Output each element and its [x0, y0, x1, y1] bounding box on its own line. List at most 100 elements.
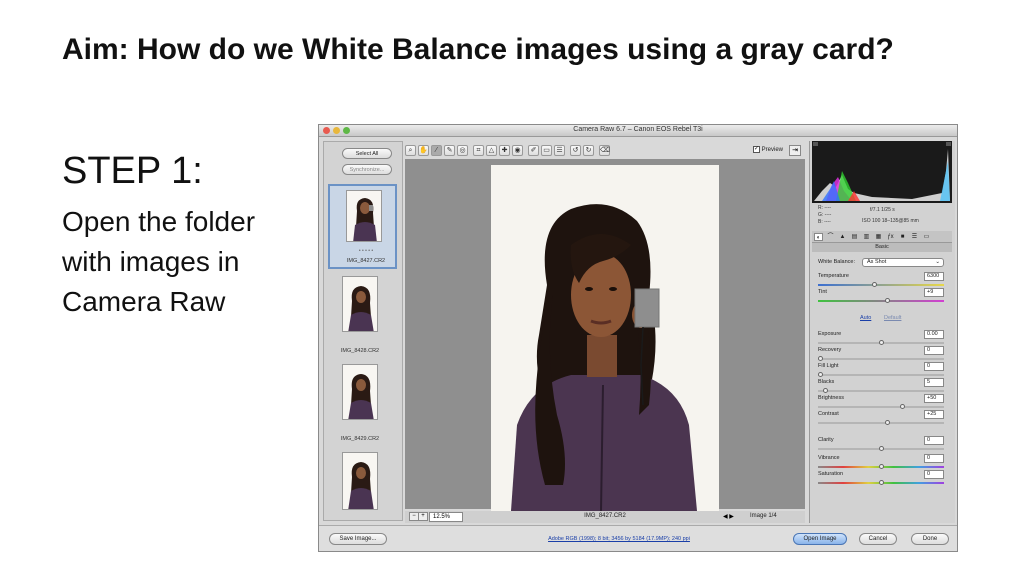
- histogram-graph: [813, 142, 951, 201]
- slider-value-field[interactable]: 5: [924, 378, 944, 387]
- open-image-button[interactable]: Open Image: [793, 533, 847, 545]
- tab-hsl[interactable]: ▤: [850, 233, 859, 241]
- slider-track[interactable]: [818, 388, 944, 393]
- slider-track[interactable]: [818, 340, 944, 345]
- filmstrip-item-label: IMG_8427.CR2: [346, 258, 386, 264]
- slider-handle[interactable]: [818, 372, 823, 377]
- cancel-button[interactable]: Cancel: [859, 533, 897, 545]
- slider-value-field[interactable]: 0: [924, 346, 944, 355]
- slider-handle[interactable]: [822, 388, 828, 393]
- slider-track[interactable]: [818, 298, 944, 303]
- graduated-filter-tool-icon[interactable]: ▭: [541, 145, 552, 156]
- tab-camera-calibration[interactable]: ■: [898, 233, 907, 241]
- targeted-adjustment-tool-icon[interactable]: ◎: [457, 145, 468, 156]
- slider-label: Contrast: [818, 411, 839, 417]
- auto-link[interactable]: Auto: [860, 315, 871, 321]
- fullscreen-icon[interactable]: ⇥: [789, 145, 801, 156]
- tab-effects[interactable]: ƒx: [886, 233, 895, 241]
- rating-stars[interactable]: • • • • •: [330, 248, 402, 254]
- hand-tool-icon[interactable]: ✋: [418, 145, 429, 156]
- slider-track[interactable]: [818, 464, 944, 469]
- tab-snapshots[interactable]: ▭: [922, 233, 931, 241]
- red-eye-tool-icon[interactable]: ◉: [512, 145, 523, 156]
- tab-detail[interactable]: ▲: [838, 233, 847, 241]
- slider-track[interactable]: [818, 480, 944, 485]
- highlight-clip-icon[interactable]: [946, 142, 951, 146]
- slider-value-field[interactable]: +50: [924, 394, 944, 403]
- window-title: Camera Raw 6.7 – Canon EOS Rebel T3i: [573, 126, 703, 133]
- adjustment-brush-tool-icon[interactable]: ✐: [528, 145, 539, 156]
- filmstrip-item-label: IMG_8429.CR2: [340, 436, 380, 442]
- slider-track[interactable]: [818, 420, 944, 425]
- preview-toggle[interactable]: ✓ Preview: [753, 146, 783, 153]
- select-all-button[interactable]: Select All: [342, 148, 392, 159]
- slider-label: Blacks: [818, 379, 835, 385]
- color-sampler-tool-icon[interactable]: ✎: [444, 145, 455, 156]
- crop-tool-icon[interactable]: ⌗: [473, 145, 484, 156]
- slider-track[interactable]: [818, 282, 944, 287]
- slider-handle[interactable]: [878, 480, 884, 485]
- white-balance-value: As Shot: [867, 259, 887, 265]
- rotate-right-icon[interactable]: ↻: [583, 145, 594, 156]
- zoom-level-select[interactable]: 12.5%: [429, 512, 463, 522]
- current-filename: IMG_8427.CR2: [584, 513, 626, 519]
- slider-handle[interactable]: [872, 282, 878, 287]
- slider-track[interactable]: [818, 446, 944, 451]
- slider-handle[interactable]: [878, 340, 884, 345]
- slider-value-field[interactable]: 6300: [924, 272, 944, 281]
- readout-r: R: ----: [818, 205, 832, 211]
- slider-track[interactable]: [818, 356, 944, 361]
- slider-handle[interactable]: [818, 356, 823, 361]
- slider-label: Fill Light: [818, 363, 839, 369]
- slider-value-field[interactable]: 0.00: [924, 330, 944, 339]
- slider-label: Saturation: [818, 471, 844, 477]
- tab-tone-curve[interactable]: ⌒: [826, 233, 835, 241]
- thumbnail-photo: [347, 191, 381, 241]
- white-balance-tool-icon[interactable]: ⁄: [431, 145, 442, 156]
- panel-tabs: ◐ ⌒ ▲ ▤ ▥ ▦ ƒx ■ ☰ ▭: [812, 231, 952, 243]
- slider-label: Temperature: [818, 273, 849, 279]
- zoom-tool-icon[interactable]: ⌕: [405, 145, 416, 156]
- tab-split-toning[interactable]: ▥: [862, 233, 871, 241]
- preferences-icon[interactable]: ☰: [554, 145, 565, 156]
- trash-icon[interactable]: ⌫: [599, 145, 610, 156]
- thumbnail-photo: [343, 453, 377, 509]
- slider-value-field[interactable]: +25: [924, 410, 944, 419]
- tab-basic[interactable]: ◐: [814, 233, 823, 241]
- status-bar: − + 12.5% IMG_8427.CR2 ◀ ▶ Image 1/4: [405, 511, 805, 523]
- tab-lens[interactable]: ▦: [874, 233, 883, 241]
- slider-handle[interactable]: [900, 404, 906, 409]
- filmstrip-item[interactable]: • • • • • IMG_8427.CR2: [328, 184, 397, 269]
- save-image-button[interactable]: Save Image...: [329, 533, 387, 545]
- zoom-in-button[interactable]: +: [418, 512, 428, 521]
- workflow-options-link[interactable]: Adobe RGB (1998); 8 bit; 3456 by 5184 (1…: [529, 536, 709, 542]
- slider-value-field[interactable]: 0: [924, 470, 944, 479]
- slider-track[interactable]: [818, 372, 944, 377]
- slider-handle[interactable]: [878, 464, 884, 469]
- step-text: Open the folder with images in Camera Ra…: [62, 206, 256, 317]
- slider-value-field[interactable]: +9: [924, 288, 944, 297]
- straighten-tool-icon[interactable]: △: [486, 145, 497, 156]
- slider-handle[interactable]: [884, 298, 890, 303]
- white-balance-select[interactable]: As Shot ⌄: [862, 258, 944, 267]
- slider-handle[interactable]: [884, 420, 890, 425]
- slider-value-field[interactable]: 0: [924, 436, 944, 445]
- readout-b: B: ----: [818, 219, 831, 225]
- spot-removal-tool-icon[interactable]: ✚: [499, 145, 510, 156]
- image-canvas[interactable]: [405, 159, 805, 511]
- done-button[interactable]: Done: [911, 533, 949, 545]
- prev-image-button[interactable]: ◀ ▶: [723, 513, 734, 520]
- default-link[interactable]: Default: [884, 315, 901, 321]
- synchronize-button[interactable]: Synchronize...: [342, 164, 392, 175]
- slider-value-field[interactable]: 0: [924, 454, 944, 463]
- thumbnail: [342, 276, 378, 332]
- slider-track[interactable]: [818, 404, 944, 409]
- rotate-left-icon[interactable]: ↺: [570, 145, 581, 156]
- tab-presets[interactable]: ☰: [910, 233, 919, 241]
- filmstrip-panel: Select All Synchronize... • • • • • IMG_…: [323, 141, 403, 521]
- preview-checkbox[interactable]: ✓: [753, 146, 760, 153]
- slider-value-field[interactable]: 0: [924, 362, 944, 371]
- slider-handle[interactable]: [878, 446, 884, 451]
- shadow-clip-icon[interactable]: [813, 142, 818, 146]
- white-balance-label: White Balance:: [818, 259, 855, 265]
